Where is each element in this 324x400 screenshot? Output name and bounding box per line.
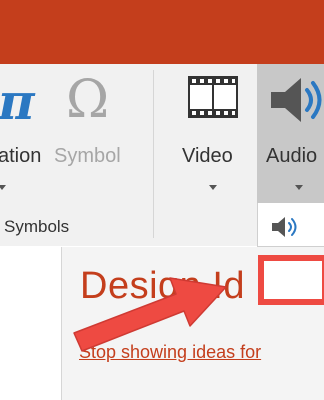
audio-label: Audio	[266, 145, 318, 167]
speaker-icon	[271, 78, 322, 122]
equation-label: ation	[0, 145, 42, 167]
design-ideas-title: Design Id	[80, 265, 246, 307]
speaker-icon	[272, 217, 297, 237]
symbol-button[interactable]: Ω Symbol	[52, 64, 142, 204]
equation-button[interactable]: π ation	[0, 64, 52, 204]
audio-button[interactable]: Audio	[257, 64, 324, 203]
stop-showing-ideas-link[interactable]: Stop showing ideas for	[79, 342, 261, 363]
equation-icon: π	[0, 72, 35, 131]
annotation-highlight-box	[258, 255, 324, 305]
video-dropdown-icon[interactable]	[209, 185, 217, 190]
video-button[interactable]: Video	[172, 64, 256, 204]
audio-menu-item[interactable]	[258, 203, 324, 246]
equation-dropdown-icon[interactable]	[0, 185, 6, 190]
title-bar	[0, 0, 324, 64]
video-label: Video	[182, 145, 233, 167]
audio-dropdown-icon[interactable]	[295, 185, 303, 190]
film-strip-icon	[188, 76, 238, 118]
audio-dropdown-menu	[257, 203, 324, 247]
group-separator	[153, 70, 154, 238]
omega-icon: Ω	[66, 70, 110, 130]
symbol-label: Symbol	[54, 145, 121, 167]
slide-thumbnail-pane	[0, 247, 62, 400]
symbols-group-label: Symbols	[4, 217, 70, 236]
